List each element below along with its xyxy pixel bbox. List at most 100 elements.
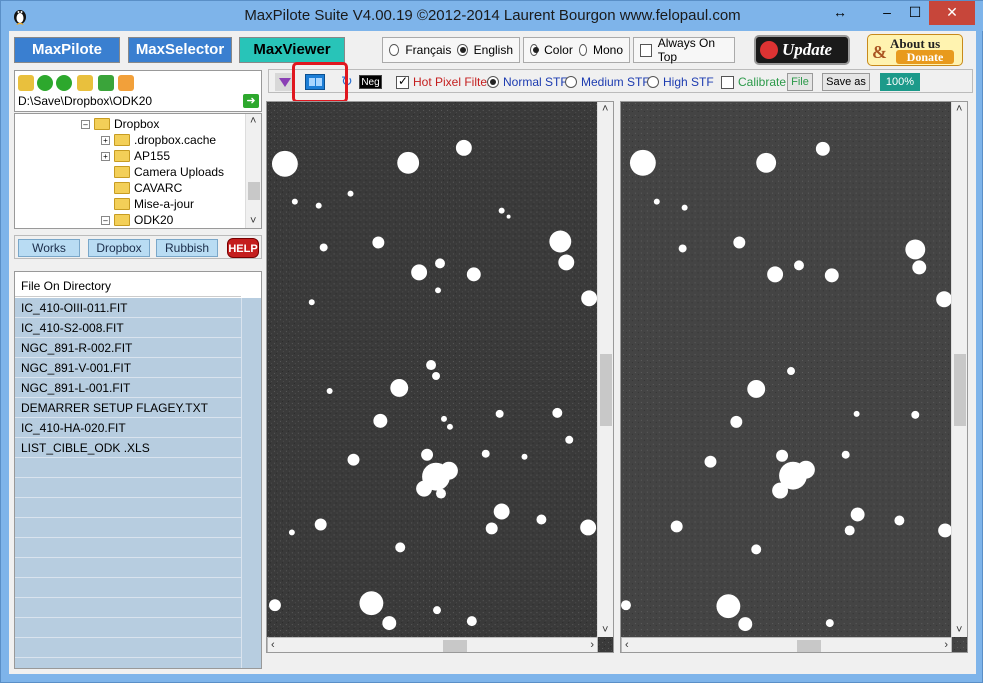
scroll-down-icon[interactable]: ˅	[602, 624, 608, 636]
tab-dropbox[interactable]: Dropbox	[88, 239, 150, 257]
restore-icon[interactable]: ↔	[830, 1, 850, 25]
calibrate-checkbox[interactable]	[721, 75, 734, 89]
parent-folder-icon[interactable]	[77, 75, 93, 91]
tree-item-camera-uploads[interactable]: Camera Uploads	[114, 164, 224, 180]
folder-up-icon[interactable]	[18, 75, 34, 91]
maxpilote-button[interactable]: MaxPilote	[14, 37, 120, 63]
hot-pixel-filter-option: Hot Pixel Filter	[396, 73, 491, 91]
forward-icon[interactable]	[56, 75, 72, 91]
left-vscroll-thumb[interactable]	[600, 354, 612, 426]
tab-rubbish[interactable]: Rubbish	[156, 239, 218, 257]
list-tabs: Works Dropbox Rubbish HELP	[14, 235, 262, 259]
scroll-down-icon[interactable]: ˅	[956, 624, 962, 636]
list-item[interactable]: IC_410-S2-008.FIT	[15, 318, 241, 338]
list-side-column	[241, 298, 261, 668]
language-group: Français English	[382, 37, 520, 63]
list-item[interactable]: IC_410-OIII-011.FIT	[15, 298, 241, 318]
list-item[interactable]: NGC_891-L-001.FIT	[15, 378, 241, 398]
language-french-radio[interactable]	[389, 44, 400, 56]
file-list: File On Directory IC_410-OIII-011.FIT IC…	[14, 271, 262, 669]
collapse-icon[interactable]: –	[81, 119, 90, 129]
minimize-button[interactable]: –	[873, 1, 901, 25]
mono-label: Mono	[592, 43, 623, 57]
left-image-pane[interactable]: ˄ ˅ ‹ ›	[266, 101, 614, 653]
tree-item-label: AP155	[134, 149, 171, 163]
right-hscroll-thumb[interactable]	[797, 640, 821, 652]
scroll-down-icon[interactable]: ˅	[250, 215, 256, 227]
file-list-header: File On Directory	[15, 275, 241, 297]
left-image-hscroll[interactable]: ‹ ›	[267, 637, 598, 652]
scroll-right-icon[interactable]: ›	[590, 639, 594, 651]
list-item-empty	[15, 498, 241, 518]
calibrate-option: Calibrate	[721, 73, 786, 91]
list-item[interactable]: NGC_891-R-002.FIT	[15, 338, 241, 358]
tree-item-label: .dropbox.cache	[134, 133, 217, 147]
list-item-empty	[15, 618, 241, 638]
right-image-pane[interactable]: ˄ ˅ ‹ ›	[620, 101, 968, 653]
language-english-radio[interactable]	[457, 44, 468, 56]
maxviewer-button[interactable]: MaxViewer	[239, 37, 345, 63]
help-button[interactable]: HELP	[227, 238, 259, 258]
zoom-level[interactable]: 100%	[880, 73, 920, 91]
tree-item-label: CAVARC	[134, 181, 183, 195]
folder-icon	[114, 134, 130, 146]
tree-item-cavarc[interactable]: CAVARC	[114, 180, 182, 196]
back-icon[interactable]	[37, 75, 53, 91]
calibrate-label: Calibrate	[738, 75, 787, 89]
save-as-button[interactable]: Save as	[822, 73, 870, 91]
donate-label: Donate	[896, 50, 954, 64]
tree-scrollbar[interactable]: ˄ ˅	[245, 114, 261, 228]
hot-pixel-filter-checkbox[interactable]	[396, 74, 409, 89]
list-item-empty	[15, 638, 241, 658]
update-button[interactable]: Update	[754, 35, 850, 65]
tree-item-odk20[interactable]: – ODK20	[101, 212, 173, 228]
home-icon[interactable]	[118, 75, 134, 91]
mono-radio[interactable]	[578, 44, 587, 56]
left-image-vscroll[interactable]: ˄ ˅	[597, 102, 613, 637]
high-stf-radio[interactable]	[647, 76, 659, 88]
scroll-left-icon[interactable]: ‹	[625, 639, 629, 651]
color-mode-group: Color Mono	[523, 37, 630, 63]
maxselector-button[interactable]: MaxSelector	[128, 37, 232, 63]
medium-stf-radio[interactable]	[565, 76, 577, 88]
close-button[interactable]: ✕	[929, 1, 975, 25]
navigation-bar: D:\Save\Dropbox\ODK20 ➜	[14, 70, 262, 112]
folder-icon	[114, 214, 130, 226]
tree-item-dropbox[interactable]: – Dropbox	[81, 116, 159, 132]
expand-icon[interactable]: +	[101, 135, 110, 145]
normal-stf-radio[interactable]	[487, 76, 499, 88]
tree-item-dropbox-cache[interactable]: + .dropbox.cache	[101, 132, 216, 148]
list-item[interactable]: DEMARRER SETUP FLAGEY.TXT	[15, 398, 241, 418]
right-image-hscroll[interactable]: ‹ ›	[621, 637, 952, 652]
maximize-button[interactable]: ☐	[901, 1, 929, 25]
path-field[interactable]: D:\Save\Dropbox\ODK20	[18, 94, 238, 108]
scroll-up-icon[interactable]: ˄	[956, 103, 962, 115]
list-item[interactable]: LIST_CIBLE_ODK .XLS	[15, 438, 241, 458]
color-radio[interactable]	[530, 44, 540, 56]
list-item-empty	[15, 518, 241, 538]
tree-item-mise-a-jour[interactable]: Mise-a-jour	[114, 196, 194, 212]
right-image-vscroll[interactable]: ˄ ˅	[951, 102, 967, 637]
medium-stf-label: Medium STF	[581, 75, 650, 89]
left-hscroll-thumb[interactable]	[443, 640, 467, 652]
about-donate-button[interactable]: & About us Donate	[867, 34, 963, 66]
refresh-icon[interactable]	[98, 75, 114, 91]
file-button[interactable]: File	[787, 73, 813, 91]
scroll-right-icon[interactable]: ›	[944, 639, 948, 651]
negative-button[interactable]: Neg	[359, 75, 382, 89]
list-item[interactable]: NGC_891-V-001.FIT	[15, 358, 241, 378]
scroll-up-icon[interactable]: ˄	[602, 103, 608, 115]
tree-scroll-thumb[interactable]	[248, 182, 260, 200]
expand-icon[interactable]: +	[101, 151, 110, 161]
tree-item-ap155[interactable]: + AP155	[101, 148, 170, 164]
go-button[interactable]: ➜	[243, 94, 259, 108]
right-vscroll-thumb[interactable]	[954, 354, 966, 426]
tab-works[interactable]: Works	[18, 239, 80, 257]
list-item[interactable]: IC_410-HA-020.FIT	[15, 418, 241, 438]
always-on-top-checkbox[interactable]	[640, 43, 652, 57]
scroll-up-icon[interactable]: ˄	[250, 115, 256, 127]
scroll-left-icon[interactable]: ‹	[271, 639, 275, 651]
update-icon	[760, 41, 778, 59]
tree-item-label: Mise-a-jour	[134, 197, 195, 211]
collapse-icon[interactable]: –	[101, 215, 110, 225]
